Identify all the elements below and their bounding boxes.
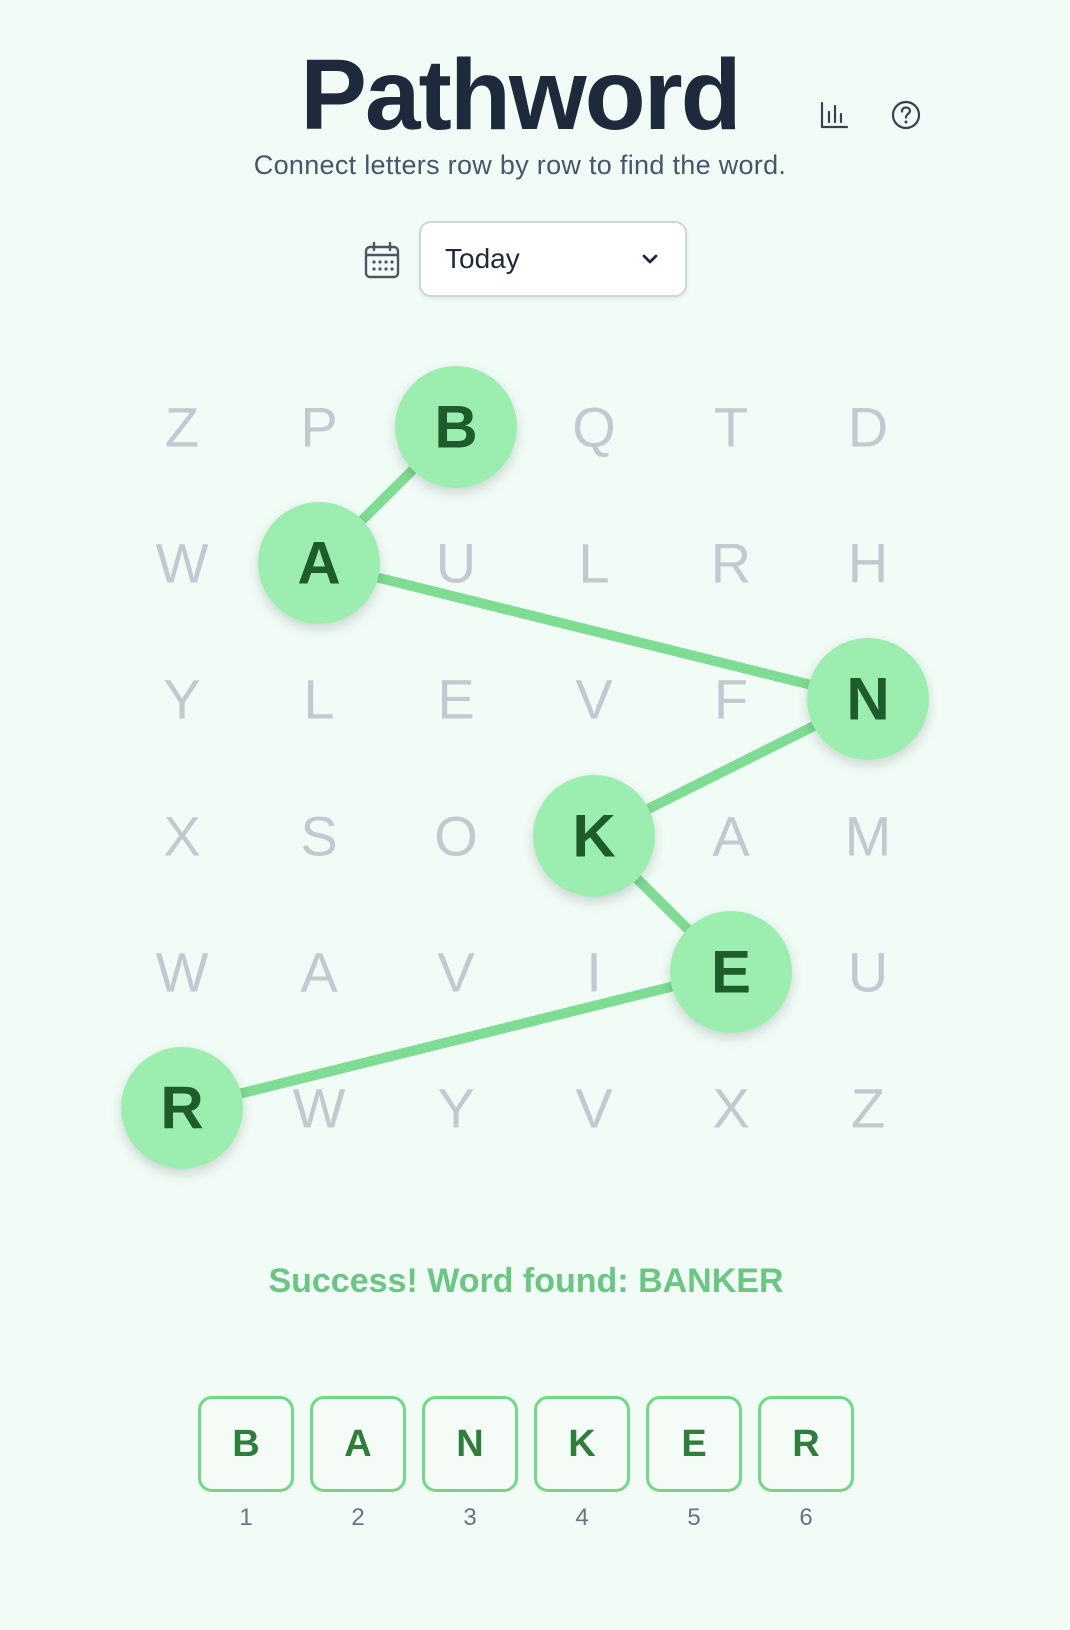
- answer-slot: R 6: [758, 1396, 854, 1532]
- grid-cell[interactable]: P: [300, 396, 337, 459]
- grid-cell[interactable]: V: [437, 941, 475, 1004]
- grid-cell[interactable]: I: [586, 941, 602, 1004]
- answer-tile: R: [758, 1396, 854, 1492]
- tile-position: 6: [799, 1504, 813, 1531]
- grid-cell[interactable]: A: [712, 805, 750, 868]
- grid-cell[interactable]: V: [575, 668, 613, 731]
- grid-cell-selected[interactable]: A: [297, 530, 340, 597]
- answer-tiles: B 1 A 2 N 3 K 4 E 5 R 6: [198, 1396, 854, 1532]
- answer-tile: B: [198, 1396, 294, 1492]
- answer-slot: N 3: [422, 1396, 518, 1532]
- grid-cell-selected[interactable]: B: [434, 394, 477, 461]
- grid-cell[interactable]: Y: [163, 668, 200, 731]
- grid-cell-selected[interactable]: N: [846, 666, 889, 733]
- grid-cell[interactable]: W: [293, 1077, 346, 1140]
- grid-cell[interactable]: Y: [437, 1077, 474, 1140]
- grid-cell[interactable]: X: [712, 1077, 749, 1140]
- grid-cell[interactable]: L: [578, 532, 609, 595]
- grid-cell[interactable]: D: [848, 396, 888, 459]
- grid-cell[interactable]: V: [575, 1077, 613, 1140]
- answer-slot: K 4: [534, 1396, 630, 1532]
- grid-cell[interactable]: X: [163, 805, 200, 868]
- grid-cell[interactable]: R: [711, 532, 751, 595]
- answer-tile: K: [534, 1396, 630, 1492]
- grid-cell-selected[interactable]: R: [160, 1075, 203, 1142]
- answer-tile: A: [310, 1396, 406, 1492]
- letter-grid: Z P B Q T D W A U L R H Y L E V F N X S O K A M W A V I E U R W Y V X Z: [121, 366, 929, 1169]
- grid-cell[interactable]: H: [848, 532, 888, 595]
- grid-cell[interactable]: A: [300, 941, 338, 1004]
- grid-cell[interactable]: Z: [165, 396, 199, 459]
- tile-position: 2: [351, 1504, 365, 1531]
- answer-tile: N: [422, 1396, 518, 1492]
- tile-position: 1: [239, 1504, 253, 1531]
- grid-cell[interactable]: Z: [851, 1077, 885, 1140]
- answer-slot: A 2: [310, 1396, 406, 1532]
- grid-cell[interactable]: M: [845, 805, 892, 868]
- grid-cell-selected[interactable]: K: [572, 803, 615, 870]
- tile-position: 5: [687, 1504, 701, 1531]
- grid-cell-selected[interactable]: E: [711, 939, 751, 1006]
- grid-cell[interactable]: U: [436, 532, 476, 595]
- grid-cell[interactable]: F: [714, 668, 748, 731]
- grid-cell[interactable]: W: [156, 532, 209, 595]
- grid-cell[interactable]: O: [434, 805, 478, 868]
- tile-position: 3: [463, 1504, 477, 1531]
- grid-cell[interactable]: L: [303, 668, 334, 731]
- answer-slot: E 5: [646, 1396, 742, 1532]
- answer-slot: B 1: [198, 1396, 294, 1532]
- grid-cell[interactable]: T: [714, 396, 748, 459]
- grid-cell[interactable]: W: [156, 941, 209, 1004]
- grid-cell[interactable]: U: [848, 941, 888, 1004]
- answer-tile: E: [646, 1396, 742, 1492]
- grid-cell[interactable]: S: [300, 805, 337, 868]
- status-message: Success! Word found: BANKER: [268, 1262, 784, 1300]
- grid-cell[interactable]: Q: [572, 396, 616, 459]
- grid-cell[interactable]: E: [437, 668, 474, 731]
- tile-position: 4: [575, 1504, 589, 1531]
